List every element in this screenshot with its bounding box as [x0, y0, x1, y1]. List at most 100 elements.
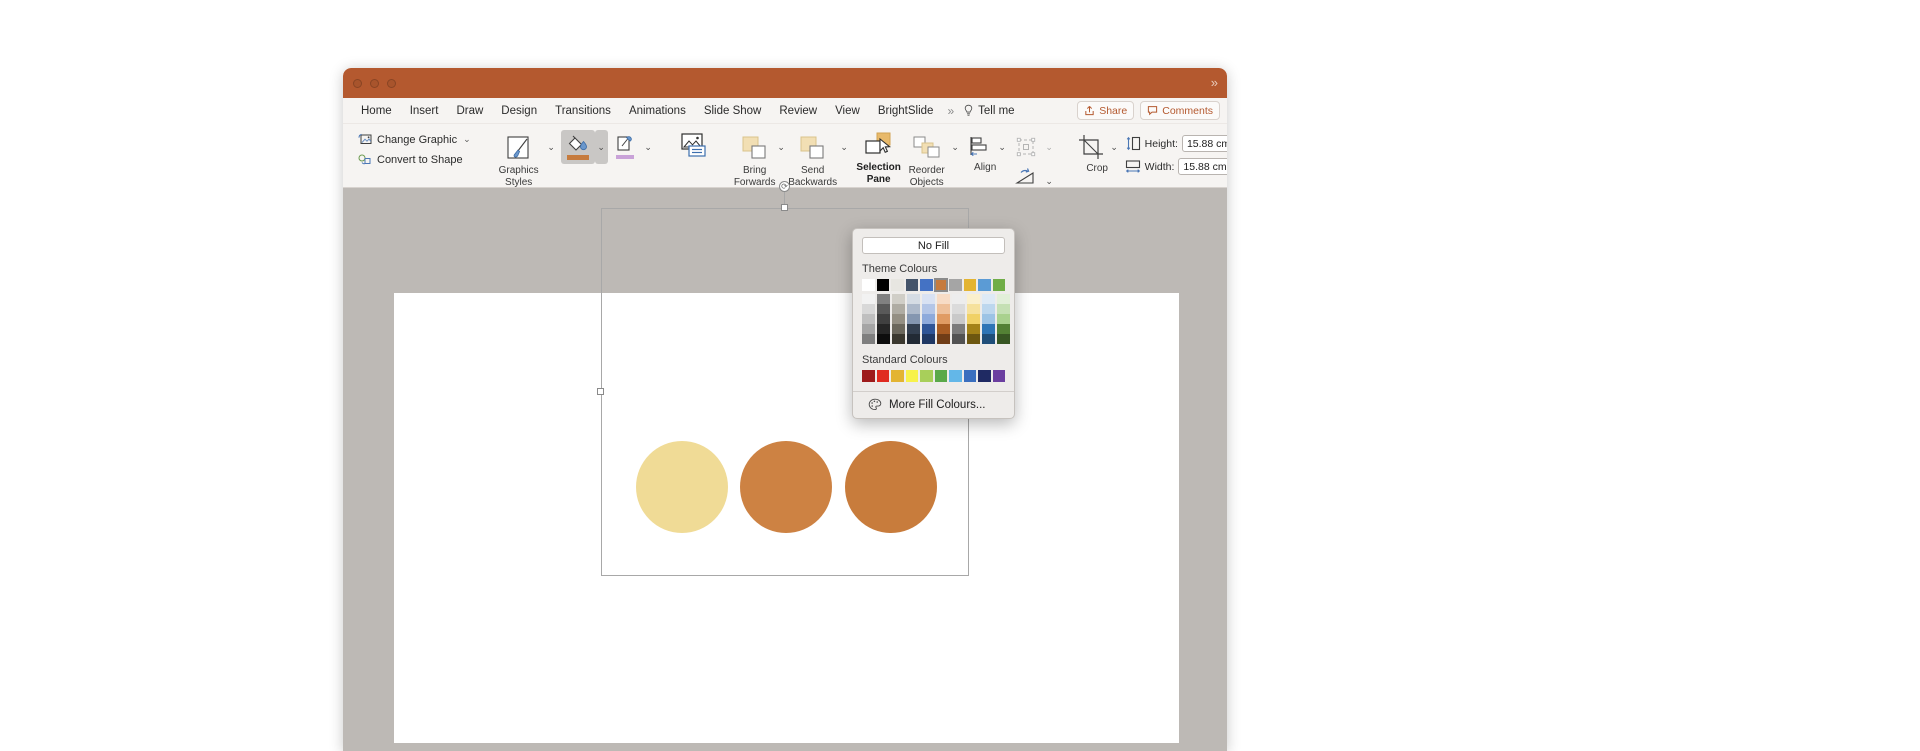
theme-shade-5-3[interactable]	[937, 324, 950, 334]
rotate-button[interactable]	[1009, 164, 1043, 190]
tab-home[interactable]: Home	[352, 98, 401, 124]
graphics-styles-chevron-icon[interactable]: ⌄	[545, 130, 558, 164]
crop-button[interactable]	[1074, 130, 1108, 164]
theme-shade-4-2[interactable]	[922, 314, 935, 324]
theme-shade-3-1[interactable]	[907, 304, 920, 314]
theme-shade-0-2[interactable]	[862, 314, 875, 324]
no-fill-option[interactable]: No Fill	[862, 237, 1005, 254]
tab-review[interactable]: Review	[770, 98, 826, 124]
align-button[interactable]	[962, 130, 996, 164]
theme-shade-8-4[interactable]	[982, 334, 995, 344]
theme-shade-0-4[interactable]	[862, 334, 875, 344]
align-chevron-icon[interactable]: ⌄	[996, 130, 1009, 164]
graphics-outline-chevron-icon[interactable]: ⌄	[642, 130, 655, 164]
theme-shade-9-0[interactable]	[997, 294, 1010, 304]
theme-shade-5-1[interactable]	[937, 304, 950, 314]
bring-forward-button[interactable]: Bring Forwards	[734, 130, 776, 188]
theme-swatch-4[interactable]	[920, 279, 933, 291]
tab-draw[interactable]: Draw	[447, 98, 492, 124]
theme-shade-5-4[interactable]	[937, 334, 950, 344]
convert-to-shape-button[interactable]: Convert to Shape	[354, 152, 475, 167]
chevron-down-icon[interactable]: ⌄	[463, 134, 471, 145]
tab-design[interactable]: Design	[492, 98, 546, 124]
send-backwards-button[interactable]: Send Backwards	[788, 130, 838, 188]
theme-shade-9-3[interactable]	[997, 324, 1010, 334]
theme-shade-7-2[interactable]	[967, 314, 980, 324]
standard-swatch-7[interactable]	[963, 370, 976, 382]
share-button[interactable]: Share	[1077, 101, 1135, 120]
selection-pane-button[interactable]: Selection Pane	[853, 127, 905, 185]
tell-me-search[interactable]: Tell me	[959, 104, 1015, 117]
ribbon-overflow-icon[interactable]: »	[1211, 74, 1218, 92]
theme-shade-5-0[interactable]	[937, 294, 950, 304]
theme-shade-7-0[interactable]	[967, 294, 980, 304]
height-input[interactable]: 15.88 cm	[1181, 135, 1227, 152]
group-objects-button[interactable]	[1009, 130, 1043, 164]
theme-shade-6-0[interactable]	[952, 294, 965, 304]
rotation-handle[interactable]: ⟳	[779, 181, 790, 192]
theme-shade-8-1[interactable]	[982, 304, 995, 314]
theme-shade-8-2[interactable]	[982, 314, 995, 324]
theme-shade-4-1[interactable]	[922, 304, 935, 314]
theme-swatch-5[interactable]	[933, 278, 948, 292]
theme-shade-2-2[interactable]	[892, 314, 905, 324]
group-objects-chevron-icon[interactable]: ⌄	[1043, 130, 1056, 164]
theme-shade-4-4[interactable]	[922, 334, 935, 344]
reorder-objects-chevron-icon[interactable]: ⌄	[949, 130, 962, 164]
standard-swatch-6[interactable]	[949, 370, 962, 382]
more-fill-colours-item[interactable]: More Fill Colours...	[853, 392, 1014, 418]
theme-shade-1-1[interactable]	[877, 304, 890, 314]
standard-swatch-0[interactable]	[862, 370, 875, 382]
tab-brightslide[interactable]: BrightSlide	[869, 98, 943, 124]
theme-shade-9-2[interactable]	[997, 314, 1010, 324]
standard-swatch-3[interactable]	[905, 370, 918, 382]
theme-shade-8-0[interactable]	[982, 294, 995, 304]
tab-animations[interactable]: Animations	[620, 98, 695, 124]
theme-swatch-6[interactable]	[949, 279, 962, 291]
standard-swatch-8[interactable]	[978, 370, 991, 382]
theme-shade-2-1[interactable]	[892, 304, 905, 314]
theme-shade-6-4[interactable]	[952, 334, 965, 344]
tab-overflow-icon[interactable]: »	[942, 104, 959, 118]
theme-shade-9-1[interactable]	[997, 304, 1010, 314]
zoom-button[interactable]	[387, 79, 396, 88]
theme-shade-2-4[interactable]	[892, 334, 905, 344]
theme-shade-3-4[interactable]	[907, 334, 920, 344]
tab-slide-show[interactable]: Slide Show	[695, 98, 771, 124]
crop-chevron-icon[interactable]: ⌄	[1108, 130, 1121, 164]
tab-transitions[interactable]: Transitions	[546, 98, 620, 124]
graphics-fill-button[interactable]	[560, 130, 595, 164]
theme-shade-6-1[interactable]	[952, 304, 965, 314]
theme-shade-1-2[interactable]	[877, 314, 890, 324]
theme-swatch-2[interactable]	[891, 279, 904, 291]
theme-shade-4-3[interactable]	[922, 324, 935, 334]
tab-insert[interactable]: Insert	[401, 98, 448, 124]
theme-shade-6-2[interactable]	[952, 314, 965, 324]
theme-shade-9-4[interactable]	[997, 334, 1010, 344]
standard-swatch-4[interactable]	[920, 370, 933, 382]
reorder-objects-button[interactable]: Reorder Objects	[905, 130, 949, 188]
minimize-button[interactable]	[370, 79, 379, 88]
send-backwards-chevron-icon[interactable]: ⌄	[838, 130, 851, 164]
standard-swatch-2[interactable]	[891, 370, 904, 382]
theme-shade-2-0[interactable]	[892, 294, 905, 304]
theme-swatch-1[interactable]	[876, 279, 889, 291]
theme-shade-3-0[interactable]	[907, 294, 920, 304]
bring-forward-chevron-icon[interactable]: ⌄	[775, 130, 788, 164]
theme-shade-5-2[interactable]	[937, 314, 950, 324]
theme-shade-6-3[interactable]	[952, 324, 965, 334]
alt-text-button[interactable]	[673, 127, 717, 161]
theme-shade-7-3[interactable]	[967, 324, 980, 334]
theme-swatch-8[interactable]	[978, 279, 991, 291]
theme-shade-0-3[interactable]	[862, 324, 875, 334]
graphics-outline-button[interactable]	[608, 130, 642, 164]
handle-top-center[interactable]	[781, 204, 788, 211]
theme-shade-1-4[interactable]	[877, 334, 890, 344]
graphics-fill-chevron-icon[interactable]: ⌄	[594, 130, 608, 164]
theme-shade-0-1[interactable]	[862, 304, 875, 314]
theme-shade-4-0[interactable]	[922, 294, 935, 304]
theme-swatch-7[interactable]	[963, 279, 976, 291]
theme-shade-8-3[interactable]	[982, 324, 995, 334]
tab-view[interactable]: View	[826, 98, 869, 124]
standard-swatch-5[interactable]	[934, 370, 947, 382]
